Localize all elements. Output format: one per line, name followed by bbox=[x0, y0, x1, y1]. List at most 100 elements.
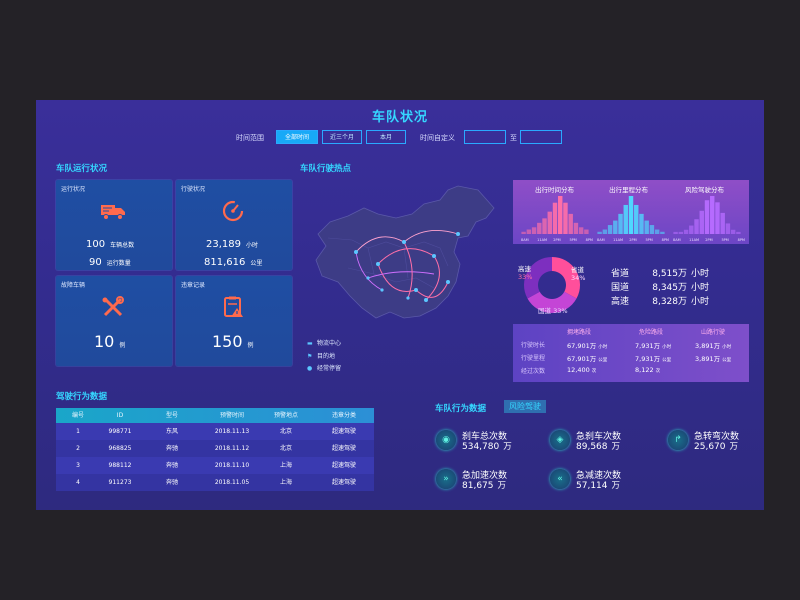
histogram-bar bbox=[537, 222, 542, 234]
histogram-bar bbox=[584, 229, 589, 234]
histogram-bar bbox=[704, 200, 710, 234]
histogram-tick-label: 2PM bbox=[629, 238, 636, 242]
legend-frequent-stop: ● 经常停留 bbox=[307, 365, 342, 372]
brake-icon: ◉ bbox=[436, 430, 456, 450]
histogram-bar bbox=[649, 225, 655, 234]
start-date-input[interactable] bbox=[464, 130, 506, 144]
histogram-bar bbox=[547, 211, 552, 234]
stat-cell: 7,931万 小时 bbox=[635, 342, 672, 350]
distribution-histograms: 8AM 11AM 2PM 5PM 8PM 8AM 11AM 2PM 5PM 8PM 8AM 11AM 2… bbox=[521, 196, 745, 242]
operation-status-card: 运行状况 100 车辆总数 90 运行数量 bbox=[56, 180, 172, 270]
violation-count-stat: 150 例 bbox=[212, 332, 254, 351]
histogram-bar bbox=[644, 220, 649, 234]
table-header-row: 编号 ID 型号 预警时间 预警地点 违章分类 bbox=[56, 408, 374, 423]
truck-icon: ▬ bbox=[307, 340, 313, 347]
driving-status-card: 行驶状况 23,189 小时 811,616 公里 bbox=[176, 180, 292, 270]
donut-highway-percent: 33% bbox=[518, 273, 533, 281]
decelerate-icon: « bbox=[550, 469, 570, 489]
histogram-tick-label: 11AM bbox=[613, 238, 623, 242]
table-row[interactable]: 1 998771 东风 2018.11.13 北京 超速驾驶 bbox=[56, 423, 374, 440]
faulty-vehicles-card: 故障车辆 10 例 bbox=[56, 276, 172, 366]
histogram-tick-label: 2PM bbox=[553, 238, 560, 242]
row-label-distance: 行驶里程 bbox=[521, 355, 546, 362]
row-label-passes: 经过次数 bbox=[521, 368, 546, 375]
donut-national-percent: 33% bbox=[553, 307, 568, 315]
header-alert-location[interactable]: 预警地点 bbox=[256, 408, 316, 423]
histogram-bar bbox=[699, 210, 704, 234]
donut-label-national: 国道 33% bbox=[538, 307, 568, 315]
hotspot-title: 车队行驶热点 bbox=[300, 164, 352, 174]
end-date-input[interactable] bbox=[520, 130, 562, 144]
table-row[interactable]: 4 911273 奔驰 2018.11.05 上海 超速驾驶 bbox=[56, 474, 374, 491]
national-road-hours: 国道 8,345万 小时 bbox=[611, 283, 710, 293]
histogram-bar bbox=[558, 196, 563, 234]
histogram-bar bbox=[634, 204, 639, 234]
histogram-bar bbox=[683, 229, 689, 234]
pin-icon: ● bbox=[307, 365, 313, 372]
header-model[interactable]: 型号 bbox=[142, 408, 202, 423]
histogram-bar bbox=[607, 225, 613, 234]
fleet-status-title: 车队运行状况 bbox=[56, 164, 108, 174]
histogram-bar bbox=[639, 213, 644, 234]
histogram-bar bbox=[689, 225, 694, 234]
legend-destination: ⚑ 目的地 bbox=[307, 353, 336, 360]
histogram-bar bbox=[678, 231, 684, 234]
card-label: 违章记录 bbox=[181, 282, 206, 289]
flag-icon: ⚑ bbox=[307, 353, 313, 360]
driving-behavior-table: 编号 ID 型号 预警时间 预警地点 违章分类 1 998771 东风 2018… bbox=[56, 408, 374, 491]
histogram-bar bbox=[531, 227, 537, 234]
histogram-tick-label: 11AM bbox=[537, 238, 547, 242]
histogram-tick-label: 2PM bbox=[705, 238, 712, 242]
violation-records-card: 违章记录 150 例 bbox=[176, 276, 292, 366]
histogram-tick-label: 5PM bbox=[721, 238, 728, 242]
histogram-bar bbox=[563, 202, 568, 234]
histogram-bar bbox=[736, 231, 741, 234]
tools-icon bbox=[102, 296, 124, 317]
header-violation-type[interactable]: 违章分类 bbox=[314, 408, 374, 423]
histogram-bar bbox=[660, 231, 665, 234]
donut-label-highway: 高速 33% bbox=[518, 265, 533, 281]
china-route-map[interactable] bbox=[308, 178, 508, 338]
stat-cell: 3,891万 公里 bbox=[695, 355, 732, 363]
histogram-bar bbox=[710, 196, 715, 234]
histogram-bar bbox=[694, 219, 699, 234]
histogram-bar bbox=[715, 202, 720, 234]
card-label: 运行状况 bbox=[61, 186, 86, 193]
provincial-road-hours: 省道 8,515万 小时 bbox=[611, 269, 710, 279]
histogram-tick-label: 8PM bbox=[738, 238, 745, 242]
histogram-bar bbox=[542, 218, 547, 234]
histogram-bar bbox=[618, 213, 623, 234]
stat-cell: 3,891万 小时 bbox=[695, 342, 732, 350]
header-id[interactable]: ID bbox=[90, 408, 150, 423]
donut-label-provincial: 省道 34% bbox=[571, 266, 586, 282]
histogram-tick-label: 8AM bbox=[673, 238, 681, 242]
filter-last-three-months-button[interactable]: 近三个月 bbox=[322, 130, 362, 144]
histogram-bar bbox=[628, 196, 634, 234]
sharp-turn-icon: ↱ bbox=[668, 430, 688, 450]
histogram-tick-label: 5PM bbox=[645, 238, 652, 242]
driving-hours-stat: 23,189 小时 bbox=[206, 239, 259, 250]
risk-driving-tab[interactable]: 风险驾驶 bbox=[504, 400, 546, 413]
vehicle-total-stat: 100 车辆总数 bbox=[86, 239, 135, 250]
row-label-duration: 行驶时长 bbox=[521, 342, 546, 349]
speedometer-icon bbox=[222, 200, 244, 222]
histogram-bar bbox=[521, 231, 526, 234]
histogram-bar bbox=[552, 202, 558, 234]
accelerate-icon: » bbox=[436, 469, 456, 489]
filter-all-time-button[interactable]: 全部时间 bbox=[276, 130, 318, 144]
histogram-bar bbox=[568, 213, 573, 234]
road-stats-panel: 拥堵路段 危险路段 山路行驶 行驶时长 67,901万 小时 7,931万 小时 3… bbox=[513, 324, 749, 382]
filter-this-month-button[interactable]: 本月 bbox=[366, 130, 406, 144]
header-alert-time[interactable]: 预警时间 bbox=[202, 408, 262, 423]
table-row[interactable]: 2 968825 奔驰 2018.11.12 北京 超速驾驶 bbox=[56, 440, 374, 457]
histogram-tick-label: 8PM bbox=[662, 238, 669, 242]
histogram-bar bbox=[613, 220, 618, 234]
time-range-label: 时间范围 bbox=[236, 134, 264, 142]
histogram-tick-label: 8AM bbox=[521, 238, 529, 242]
table-row[interactable]: 3 988112 奔驰 2018.11.10 上海 超速驾驶 bbox=[56, 457, 374, 474]
histogram-bar bbox=[720, 212, 725, 234]
page-title: 车队状况 bbox=[371, 110, 428, 125]
histogram-bar bbox=[725, 223, 731, 234]
hard-brake-icon: ◈ bbox=[550, 430, 570, 450]
histogram-tick-label: 8PM bbox=[586, 238, 593, 242]
